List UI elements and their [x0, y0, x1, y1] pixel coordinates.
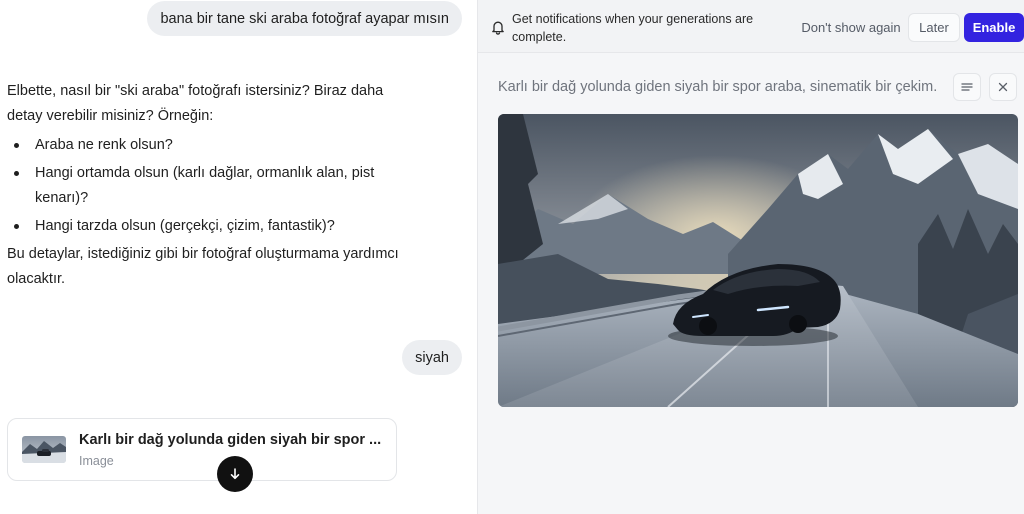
- generated-image[interactable]: [498, 114, 1018, 407]
- image-panel: Get notifications when your generations …: [477, 0, 1024, 514]
- close-icon: [998, 82, 1008, 92]
- chat-pane: bana bir tane ski araba fotoğraf ayapar …: [0, 0, 477, 514]
- list-item: Hangi ortamda olsun (karlı dağlar, orman…: [7, 161, 417, 211]
- enable-button[interactable]: Enable: [964, 13, 1024, 42]
- user-message: bana bir tane ski araba fotoğraf ayapar …: [147, 1, 462, 36]
- assistant-outro: Bu detaylar, istediğiniz gibi bir fotoğr…: [7, 246, 399, 287]
- menu-icon: [961, 83, 973, 91]
- details-button[interactable]: [953, 73, 981, 101]
- image-thumbnail: [22, 436, 66, 463]
- assistant-message: Elbette, nasıl bir "ski araba" fotoğrafı…: [7, 79, 417, 292]
- notification-banner: Get notifications when your generations …: [478, 0, 1024, 53]
- car-image-icon: [498, 114, 1018, 407]
- list-item: Hangi tarzda olsun (gerçekçi, çizim, fan…: [7, 214, 417, 239]
- user-message-text: bana bir tane ski araba fotoğraf ayapar …: [160, 11, 449, 27]
- dont-show-again-button[interactable]: Don't show again: [796, 13, 906, 42]
- image-card-title: Karlı bir dağ yolunda giden siyah bir sp…: [79, 432, 382, 448]
- scroll-down-button[interactable]: [217, 456, 253, 492]
- user-message: siyah: [402, 340, 462, 375]
- user-message-text: siyah: [415, 350, 449, 366]
- car-thumbnail-icon: [22, 436, 66, 463]
- later-button[interactable]: Later: [908, 13, 960, 42]
- generated-image-card[interactable]: Karlı bir dağ yolunda giden siyah bir sp…: [7, 418, 397, 481]
- close-panel-button[interactable]: [989, 73, 1017, 101]
- notification-message: Get notifications when your generations …: [512, 12, 754, 44]
- assistant-intro: Elbette, nasıl bir "ski araba" fotoğrafı…: [7, 83, 384, 124]
- arrow-down-icon: [230, 468, 240, 480]
- list-item: Araba ne renk olsun?: [7, 133, 417, 158]
- image-prompt: Karlı bir dağ yolunda giden siyah bir sp…: [498, 79, 938, 95]
- assistant-list: Araba ne renk olsun? Hangi ortamda olsun…: [7, 133, 417, 239]
- bell-icon: [492, 21, 504, 35]
- image-card-subtitle: Image: [79, 454, 114, 468]
